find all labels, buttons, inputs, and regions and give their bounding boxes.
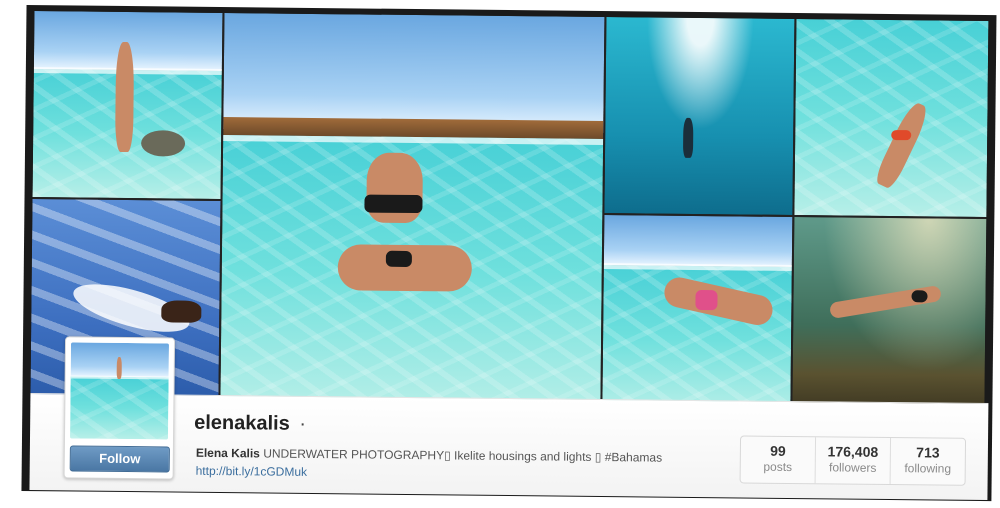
stat-posts[interactable]: 99 posts: [740, 436, 817, 484]
verified-mark: ·: [299, 412, 307, 435]
stat-label: following: [904, 461, 952, 476]
profile-link[interactable]: http://bit.ly/1cGDMuk: [196, 464, 308, 479]
photo-tile[interactable]: [794, 19, 989, 218]
follow-button[interactable]: Follow: [69, 445, 170, 473]
photo-tile[interactable]: [220, 13, 605, 411]
photo-tile[interactable]: [32, 11, 223, 200]
full-name: Elena Kalis: [195, 445, 260, 461]
stat-value: 99: [770, 442, 786, 459]
username[interactable]: elenakalis ·: [194, 412, 306, 436]
stat-label: followers: [828, 460, 877, 475]
stat-label: posts: [763, 459, 793, 475]
stat-value: 713: [916, 444, 940, 461]
photo-tile[interactable]: [604, 17, 795, 215]
profile-screenshot-frame: Follow elenakalis · Elena Kalis UNDERWAT…: [15, 0, 997, 502]
avatar[interactable]: [70, 342, 170, 440]
photo-tile[interactable]: [602, 215, 793, 413]
profile-bio: Elena Kalis UNDERWATER PHOTOGRAPHY▯ Ikel…: [196, 446, 662, 465]
stat-value: 176,408: [827, 443, 879, 460]
username-text: elenakalis: [194, 411, 290, 435]
bio-text: UNDERWATER PHOTOGRAPHY▯ Ikelite housings…: [263, 446, 663, 465]
stat-followers[interactable]: 176,408 followers: [815, 437, 892, 485]
profile-avatar-card: Follow: [63, 336, 176, 480]
profile-footer: Follow elenakalis · Elena Kalis UNDERWAT…: [29, 336, 989, 501]
profile-stats: 99 posts 176,408 followers 713 following: [739, 435, 967, 486]
stat-following[interactable]: 713 following: [891, 438, 965, 485]
photo-tile[interactable]: [792, 217, 987, 416]
